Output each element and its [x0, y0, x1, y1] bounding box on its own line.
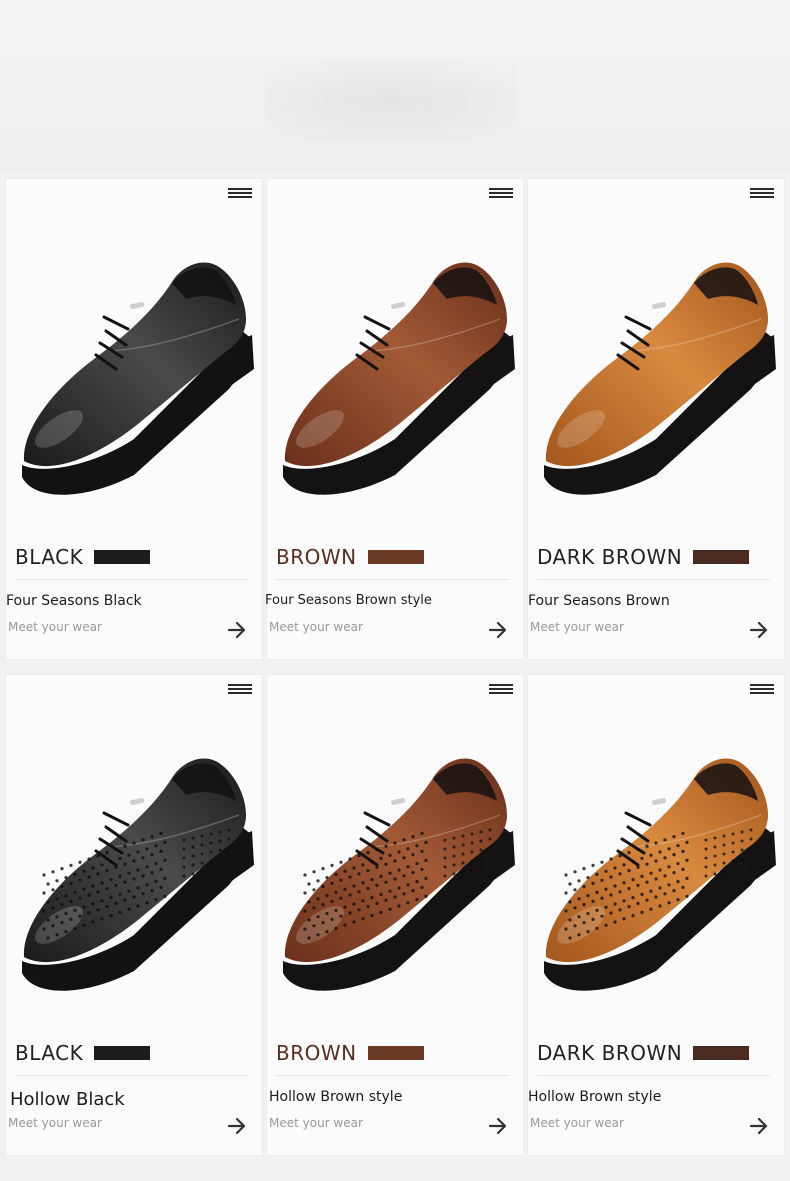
top-banner: [0, 0, 790, 170]
menu-icon[interactable]: [489, 684, 513, 694]
color-name: BROWN: [276, 545, 357, 569]
color-swatch: [367, 1046, 424, 1060]
arrow-right-icon[interactable]: [487, 1115, 509, 1137]
divider: [537, 579, 770, 580]
shoe-image: [283, 262, 515, 495]
product-subtitle: Meet your wear: [530, 1116, 624, 1130]
menu-icon[interactable]: [228, 684, 252, 694]
color-row: BROWN: [276, 1041, 424, 1065]
color-name: DARK BROWN: [537, 1041, 683, 1065]
banner-decoration: [265, 62, 515, 142]
color-name: BLACK: [15, 545, 84, 569]
arrow-right-icon[interactable]: [226, 619, 248, 641]
color-row: BLACK: [15, 1041, 151, 1065]
color-swatch: [94, 1046, 151, 1060]
color-row: BROWN: [276, 545, 424, 569]
divider: [15, 1075, 248, 1076]
color-swatch: [693, 550, 750, 564]
shoe-image: [544, 262, 776, 495]
product-title: Four Seasons Brown: [528, 593, 670, 609]
divider: [15, 579, 248, 580]
shoe-image: [22, 758, 254, 991]
arrow-right-icon[interactable]: [748, 1115, 770, 1137]
color-row: BLACK: [15, 545, 151, 569]
product-title: Hollow Brown style: [528, 1089, 662, 1105]
arrow-right-icon[interactable]: [748, 619, 770, 641]
product-card[interactable]: DARK BROWN Four Seasons Brown Meet your …: [528, 179, 784, 659]
product-card[interactable]: BLACK Hollow Black Meet your wear: [6, 675, 262, 1155]
product-title: Hollow Black: [10, 1089, 125, 1110]
menu-icon[interactable]: [489, 188, 513, 198]
menu-icon[interactable]: [228, 188, 252, 198]
divider: [537, 1075, 770, 1076]
color-name: BROWN: [276, 1041, 357, 1065]
menu-icon[interactable]: [750, 188, 774, 198]
product-title: Four Seasons Black: [6, 593, 142, 609]
color-swatch: [367, 550, 424, 564]
arrow-right-icon[interactable]: [487, 619, 509, 641]
color-row: DARK BROWN: [537, 545, 750, 569]
color-name: DARK BROWN: [537, 545, 683, 569]
product-card[interactable]: BROWN Four Seasons Brown style Meet your…: [265, 179, 523, 659]
product-subtitle: Meet your wear: [269, 1116, 363, 1130]
product-subtitle: Meet your wear: [269, 620, 363, 634]
product-card[interactable]: DARK BROWN Hollow Brown style Meet your …: [528, 675, 784, 1155]
divider: [276, 579, 509, 580]
menu-icon[interactable]: [750, 684, 774, 694]
shoe-image: [283, 758, 515, 991]
product-title: Hollow Brown style: [269, 1089, 403, 1105]
color-row: DARK BROWN: [537, 1041, 750, 1065]
divider: [276, 1075, 509, 1076]
product-subtitle: Meet your wear: [530, 620, 624, 634]
arrow-right-icon[interactable]: [226, 1115, 248, 1137]
product-subtitle: Meet your wear: [8, 1116, 102, 1130]
color-swatch: [693, 1046, 750, 1060]
product-card[interactable]: BLACK Four Seasons Black Meet your wear: [6, 179, 262, 659]
product-subtitle: Meet your wear: [8, 620, 102, 634]
color-name: BLACK: [15, 1041, 84, 1065]
product-card[interactable]: BROWN Hollow Brown style Meet your wear: [267, 675, 523, 1155]
color-swatch: [94, 550, 151, 564]
shoe-image: [22, 262, 254, 495]
shoe-image: [544, 758, 776, 991]
product-title: Four Seasons Brown style: [265, 593, 432, 608]
